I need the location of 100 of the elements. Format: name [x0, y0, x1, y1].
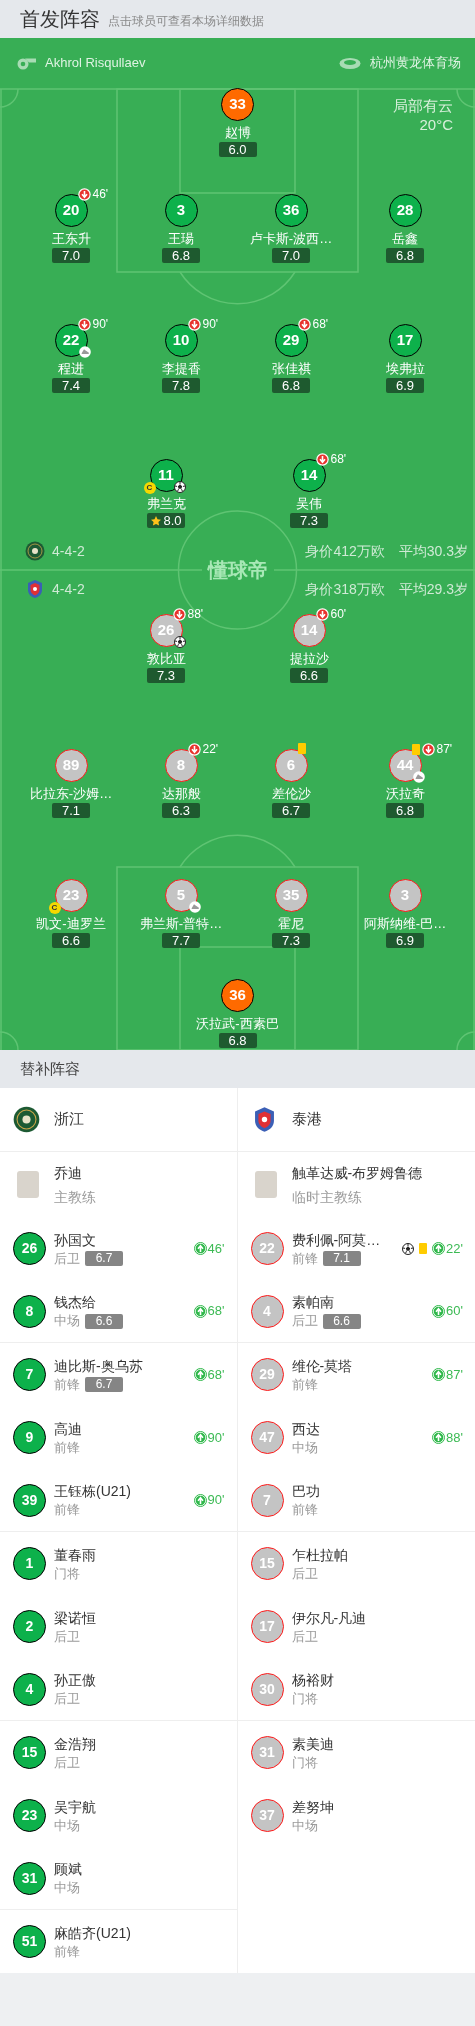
section-hint: 点击球员可查看本场详细数据 [108, 12, 264, 30]
shirt-number[interactable]: 17 [388, 324, 422, 357]
player-name: 乍杜拉帕 [291, 1545, 349, 1564]
shirt-number[interactable]: 31 [13, 1861, 46, 1895]
shirt-number[interactable]: 22 [250, 1232, 284, 1265]
rating-badge: 7.0 [52, 248, 90, 263]
player-name: 程进 [58, 360, 84, 377]
player-name: 敦比亚 [146, 650, 186, 667]
down-arrow-icon [77, 318, 91, 331]
shirt-number[interactable]: 17 [250, 1610, 284, 1643]
shirt-number[interactable]: 35 [274, 879, 308, 912]
shirt-number[interactable]: 3 [388, 879, 422, 912]
shirt-number[interactable]: 4 [13, 1672, 46, 1706]
player-name: 阿斯纳维-巴… [363, 915, 447, 932]
player-position: 前锋 [291, 1502, 318, 1518]
shirt-number[interactable]: 47 [250, 1421, 284, 1454]
shirt-number[interactable]: 26 [13, 1232, 46, 1265]
shirt-number[interactable]: 36 [274, 194, 308, 227]
shirt-number[interactable]: 7 [13, 1358, 46, 1391]
stadium-name: 杭州黄龙体育场 [370, 54, 461, 73]
shirt-number[interactable]: 39 [13, 1483, 46, 1517]
player-name: 维伦-莫塔 [291, 1356, 354, 1375]
player-name: 弗兰克 [146, 495, 186, 512]
player-name: 弗兰斯-普特… [139, 915, 223, 932]
team-name: 泰港 [291, 1109, 322, 1130]
player-position: 前锋 [54, 1943, 80, 1960]
rating-badge: 7.3 [272, 933, 310, 948]
player-name: 吴伟 [296, 495, 322, 512]
rating-badge: 6.7 [272, 803, 310, 818]
player-name: 钱杰给 [54, 1293, 97, 1311]
player-name: 孙正傲 [54, 1671, 97, 1689]
rating-badge: 6.0 [218, 142, 257, 157]
shirt-number[interactable]: 10 [164, 324, 198, 357]
up-arrow-icon [432, 1368, 446, 1381]
rating-badge: 6.8 [218, 1033, 257, 1048]
rating-badge: 6.8 [272, 378, 310, 393]
shirt-number[interactable]: 8 [13, 1294, 46, 1328]
shirt-number[interactable]: 1 [13, 1547, 46, 1580]
substitution-minute: 90' [92, 318, 109, 331]
substitution-minute: 68' [330, 453, 347, 466]
shirt-number[interactable]: 23 [13, 1799, 46, 1832]
shirt-number[interactable]: 15 [250, 1547, 284, 1580]
player-position: 门将 [291, 1754, 318, 1771]
formation-label: 4-4-2 [52, 579, 85, 599]
player-position: 后卫 [291, 1313, 318, 1329]
down-arrow-icon [315, 608, 329, 621]
market-value: 身价412万欧 [305, 541, 385, 561]
up-arrow-icon [193, 1368, 207, 1381]
player-position: 中场 [54, 1313, 80, 1329]
shirt-number[interactable]: 14 [292, 459, 326, 492]
player-name: 董春雨 [54, 1545, 97, 1564]
coach-photo-placeholder [254, 1171, 277, 1198]
substitution-minute: 90' [207, 1491, 225, 1510]
substitution-minute: 68' [207, 1365, 225, 1384]
coach-name: 乔迪 [54, 1163, 83, 1183]
shirt-number[interactable]: 9 [13, 1421, 46, 1454]
player-position: 门将 [54, 1565, 80, 1582]
substitution-minute: 46' [207, 1239, 225, 1258]
shirt-number[interactable]: 14 [292, 614, 326, 647]
shirt-number[interactable]: 4 [250, 1294, 284, 1328]
average-age: 平均30.3岁 [398, 541, 468, 561]
shirt-number[interactable]: 5 [164, 879, 198, 912]
up-arrow-icon [432, 1431, 446, 1444]
shirt-number[interactable]: 8 [164, 749, 198, 782]
shirt-number[interactable]: 36 [221, 979, 254, 1012]
section-title: 替补阵容 [20, 1058, 80, 1079]
rating-badge: 7.3 [290, 513, 328, 528]
player-position: 前锋 [291, 1376, 318, 1393]
player-position: 后卫 [291, 1565, 318, 1582]
up-arrow-icon [432, 1242, 446, 1255]
shirt-number[interactable]: 15 [13, 1736, 46, 1769]
shirt-number[interactable]: 31 [250, 1736, 284, 1769]
player-name: 素美迪 [291, 1734, 335, 1753]
rating-badge: 7.4 [52, 378, 90, 393]
shirt-number[interactable]: 7 [250, 1483, 284, 1517]
shirt-number[interactable]: 30 [250, 1672, 284, 1706]
player-name: 金浩翔 [54, 1734, 97, 1753]
shirt-number[interactable]: 29 [274, 324, 308, 357]
shirt-number[interactable]: 20 [54, 194, 88, 227]
coach-photo-placeholder [17, 1171, 39, 1198]
rating-badge: 6.3 [162, 803, 200, 818]
shirt-number[interactable]: 28 [388, 194, 422, 227]
shirt-number[interactable]: 3 [164, 194, 198, 227]
player-position: 前锋 [291, 1250, 318, 1267]
shirt-number[interactable]: 6 [274, 749, 308, 782]
whistle-icon [15, 56, 37, 70]
team-crest-icon [25, 541, 45, 561]
player-name: 西达 [291, 1419, 321, 1438]
player-name: 沃拉奇 [385, 785, 425, 802]
shirt-number[interactable]: 37 [250, 1799, 284, 1832]
shirt-number[interactable]: 51 [13, 1925, 46, 1958]
shirt-number[interactable]: 29 [250, 1358, 284, 1391]
booking-card-icon [411, 744, 420, 755]
shirt-number[interactable]: 2 [13, 1610, 46, 1643]
shirt-number[interactable]: 89 [54, 749, 88, 782]
rating-badge: 6.7 [85, 1251, 123, 1266]
team-crest-icon [25, 579, 45, 599]
team-name: 浙江 [54, 1109, 84, 1130]
shirt-number[interactable]: 33 [221, 88, 254, 121]
rating-badge: 6.8 [386, 248, 424, 263]
